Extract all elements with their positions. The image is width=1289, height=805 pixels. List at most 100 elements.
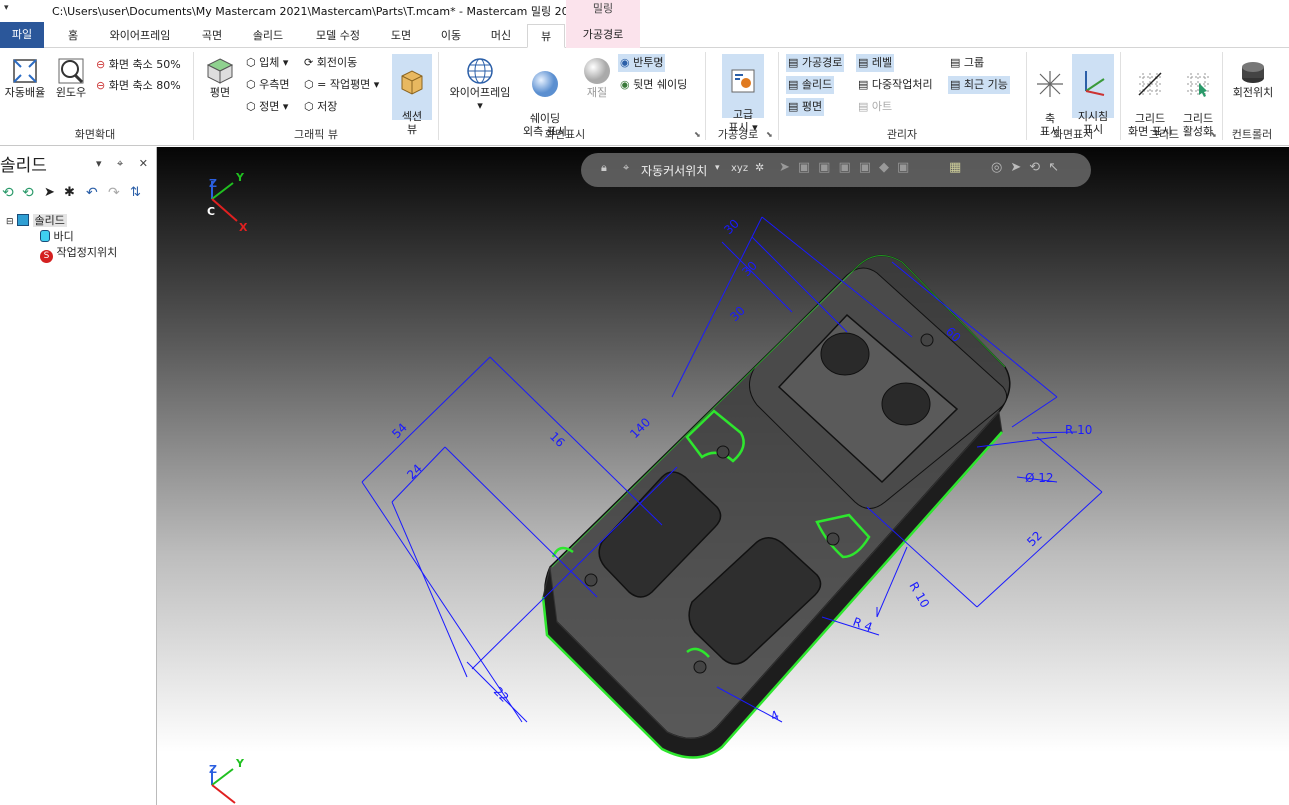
magnifier-icon — [58, 58, 84, 84]
regen-all-icon[interactable]: ⟲ — [22, 185, 34, 201]
dialog-launcher-icon[interactable]: ⬊ — [1210, 130, 1217, 139]
backside-icon: ◉ — [620, 78, 630, 91]
sort-icon[interactable]: ⇅ — [130, 185, 141, 200]
zoom-group-label: 화면확대 — [74, 128, 116, 141]
dialog-launcher-icon[interactable]: ⬊ — [694, 130, 701, 139]
grid-snap-icon — [1187, 73, 1209, 97]
zoom-window-label: 윈도우 — [55, 86, 87, 99]
tab-transform[interactable]: 이동 — [434, 24, 468, 48]
toolpaths-manager-label: 가공경로 — [801, 56, 843, 69]
backside-shading-button[interactable]: ◉ 뒷면 쉐이딩 — [618, 76, 689, 94]
graphics-view-group-label: 그래픽 뷰 — [294, 128, 338, 141]
rotate-pan-button[interactable]: ⟳ 회전이동 — [302, 54, 359, 72]
window-title: C:\Users\user\Documents\My Mastercam 202… — [52, 5, 583, 18]
tree-root-label: 솔리드 — [32, 214, 67, 227]
gnomons-display-button[interactable]: 지시침 표시 — [1072, 54, 1114, 136]
dialog-launcher-icon[interactable]: ⬊ — [766, 130, 773, 139]
part-model[interactable] — [541, 254, 1011, 759]
advanced-display-button[interactable]: 고급 표시 ▾ — [722, 54, 764, 134]
collapse-icon[interactable]: ⊟ — [6, 217, 14, 227]
art-manager-label: 아트 — [871, 100, 893, 113]
select-all-icon[interactable]: ✱ — [64, 185, 75, 200]
translucency-button[interactable]: ◉ 반투명 — [618, 54, 666, 72]
wire-sphere-icon — [467, 58, 493, 84]
right-view-button[interactable]: ⬡ 우측면 — [244, 76, 291, 94]
manager-icon: ▤ — [858, 78, 869, 91]
redo-icon[interactable]: ↷ — [108, 185, 120, 201]
tab-machine[interactable]: 머신 — [484, 24, 518, 48]
ribbon: 자동배율 윈도우 ⊖ 화면 축소 50% ⊖ 화면 축소 80% 화면확대 평면… — [0, 48, 1289, 146]
art-manager-button[interactable]: ▤ 아트 — [856, 98, 894, 116]
dim-30b: 30 — [739, 258, 760, 279]
regen-icon[interactable]: ⟲ — [2, 185, 14, 201]
shaded-sphere-icon — [532, 71, 558, 97]
graphics-viewport[interactable]: 🔒︎ ⌖ 자동커서위치 ▾ xyz ✲ ➤▣▣▣▣◆▣ ▦ ◎➤⟲↖ Z Y X… — [157, 147, 1289, 805]
tree-node-body[interactable]: 바디 — [40, 229, 74, 245]
iso-view-label: 입체 — [259, 56, 280, 69]
material-label: 재질 — [586, 86, 608, 99]
section-view-button[interactable]: 섹션 뷰 — [392, 54, 432, 136]
panel-window-buttons[interactable]: ▾ ⌖ ✕ — [96, 157, 154, 171]
grid-group-label: 그리드 — [1148, 128, 1180, 141]
fit-button[interactable]: 자동배율 — [2, 56, 48, 99]
backside-label: 뒷면 쉐이딩 — [633, 78, 688, 91]
cylinder-icon — [40, 230, 50, 242]
manager-icon: ▤ — [788, 78, 799, 91]
dim-r4: R 4 — [851, 615, 874, 635]
gnomon-y-label: Y — [235, 171, 245, 184]
recent-functions-button[interactable]: ▤ 최근 기능 — [948, 76, 1010, 94]
gnomon-bottom: Z Y — [209, 757, 245, 804]
gnomon-c-label: C — [207, 205, 215, 218]
fit-icon — [13, 59, 37, 83]
levels-manager-button[interactable]: ▤ 레벨 — [856, 54, 895, 72]
unzoom80-button[interactable]: ⊖ 화면 축소 80% — [94, 77, 183, 95]
translucency-label: 반투명 — [633, 56, 664, 69]
iso-view-button[interactable]: ⬡ 입체 ▾ — [244, 54, 290, 72]
tree-node-root[interactable]: ⊟ 솔리드 — [6, 213, 67, 229]
toolpaths-group-label: 가공경로 — [717, 128, 759, 141]
tab-toolpaths[interactable]: 가공경로 — [566, 22, 640, 48]
tab-model-prep[interactable]: 모델 수정 — [306, 24, 370, 48]
toolpath-gear-icon — [731, 69, 755, 93]
quick-access-menu[interactable]: ▾ — [4, 3, 9, 13]
wireframe-button[interactable]: 와이어프레임 ▾ — [444, 56, 516, 112]
model-canvas: Z Y X C 54 24 16 140 22 60 R 10 Ø 12 52 … — [207, 171, 1103, 804]
material-button[interactable]: 재질 — [578, 56, 616, 99]
tree-node-stop[interactable]: S 작업정지위치 — [40, 245, 117, 263]
solids-manager-button[interactable]: ▤ 솔리드 — [786, 76, 835, 94]
toolpaths-manager-button[interactable]: ▤ 가공경로 — [786, 54, 845, 72]
front-view-button[interactable]: ⬡ 정면 ▾ — [244, 98, 290, 116]
axes-icon — [1037, 71, 1063, 97]
right-view-label: 우측면 — [259, 78, 290, 91]
multi-thread-label: 다중작업처리 — [871, 78, 933, 91]
tab-solids[interactable]: 솔리드 — [246, 24, 290, 48]
zoom-window-button[interactable]: 윈도우 — [52, 56, 90, 99]
unzoom50-button[interactable]: ⊖ 화면 축소 50% — [94, 56, 183, 74]
groups-manager-button[interactable]: ▤ 그룹 — [948, 54, 986, 72]
dim-30a: 30 — [721, 216, 742, 237]
save-view-button[interactable]: ⬡ 저장 — [302, 98, 339, 116]
top-view-button[interactable]: 평면 — [200, 56, 240, 99]
tab-view[interactable]: 뷰 — [527, 24, 565, 48]
select-icon[interactable]: ➤ — [44, 185, 55, 200]
tab-home[interactable]: 홈 — [60, 24, 86, 48]
tab-surfaces[interactable]: 곡면 — [196, 24, 228, 48]
equal-plane-label: = 작업평면 — [317, 78, 371, 91]
equal-plane-button[interactable]: ⬡ = 작업평면 ▾ — [302, 76, 381, 94]
tab-drafting[interactable]: 도면 — [384, 24, 418, 48]
planes-manager-button[interactable]: ▤ 평면 — [786, 98, 825, 116]
rotate-position-button[interactable]: 회전위치 — [1228, 56, 1278, 99]
group-divider — [1120, 52, 1121, 140]
multi-thread-button[interactable]: ▤ 다중작업처리 — [856, 76, 935, 94]
manager-icon: ▤ — [788, 100, 799, 113]
title-bar: ▾ C:\Users\user\Documents\My Mastercam 2… — [0, 0, 1289, 22]
rotate-icon: ⟳ — [304, 56, 314, 69]
dim-24: 24 — [404, 461, 425, 482]
undo-icon[interactable]: ↶ — [86, 185, 98, 201]
planes-manager-label: 평면 — [801, 100, 823, 113]
dim-4: 4 — [768, 708, 781, 724]
managers-group-label: 관리자 — [886, 128, 918, 141]
gnomon-top: Z Y X C — [207, 171, 248, 234]
tab-wireframe[interactable]: 와이어프레임 — [100, 24, 180, 48]
tab-file[interactable]: 파일 — [0, 22, 44, 48]
